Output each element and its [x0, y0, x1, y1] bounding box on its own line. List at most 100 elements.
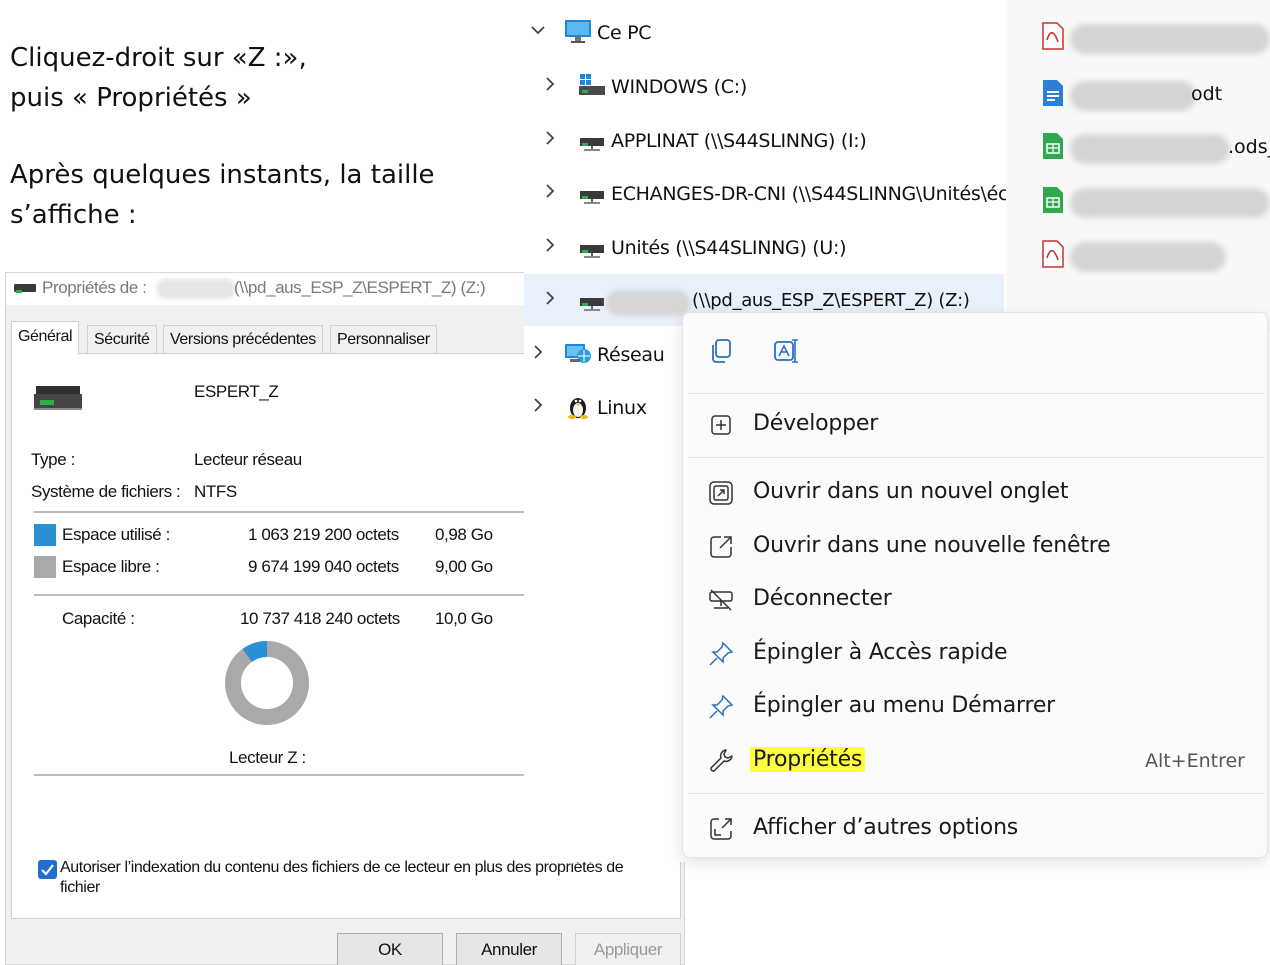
- more-options-icon: [710, 818, 732, 840]
- type-value: Lecteur réseau: [194, 450, 302, 469]
- instructions-block: Cliquez-droit sur «Z :», puis « Propriét…: [10, 38, 307, 118]
- pdf-file-icon: [1042, 240, 1064, 268]
- list-item[interactable]: odt: [1006, 77, 1270, 117]
- cancel-button[interactable]: Annuler: [456, 933, 562, 965]
- network-drive-icon: [34, 386, 82, 410]
- menu-item-expand[interactable]: Développer: [689, 401, 1263, 447]
- list-item[interactable]: [1006, 20, 1270, 60]
- capacity-size: 10,0 Go: [435, 609, 493, 628]
- nav-item-drive-u[interactable]: Unités (\\S44SLINNG) (U:): [524, 221, 1004, 273]
- network-drive-icon: [580, 191, 604, 204]
- tab-previous-versions[interactable]: Versions précédentes: [163, 325, 323, 353]
- free-space-bytes: 9 674 199 040 octets: [248, 557, 399, 576]
- menu-item-label: Ouvrir dans un nouvel onglet: [753, 479, 1069, 504]
- drive-name-field[interactable]: ESPERT_Z: [194, 382, 279, 402]
- chevron-down-icon[interactable]: [528, 20, 548, 40]
- menu-item-label: Épingler au menu Démarrer: [753, 693, 1056, 718]
- free-space-size: 9,00 Go: [435, 557, 493, 576]
- apply-button[interactable]: Appliquer: [575, 933, 681, 965]
- network-drive-icon: [580, 245, 604, 258]
- menu-item-pin-quick-access[interactable]: Épingler à Accès rapide: [689, 630, 1263, 676]
- chevron-right-icon[interactable]: [540, 235, 560, 255]
- dialog-title-prefix: Propriétés de :: [42, 278, 147, 297]
- separator: [34, 774, 529, 776]
- file-extension: odt: [1191, 83, 1223, 105]
- wrench-icon: [710, 749, 733, 772]
- menu-item-label: Déconnecter: [753, 586, 892, 611]
- nav-item-label: Ce PC: [597, 22, 652, 44]
- capacity-label: Capacité :: [62, 609, 135, 628]
- chevron-right-icon[interactable]: [528, 395, 548, 415]
- menu-separator: [689, 393, 1263, 394]
- ok-button[interactable]: OK: [337, 933, 443, 965]
- nav-item-drive-c[interactable]: WINDOWS (C:): [524, 60, 1004, 112]
- redacted-filename: [1070, 81, 1196, 111]
- network-icon: [565, 344, 591, 363]
- open-window-icon: [710, 536, 732, 558]
- menu-item-label: Afficher d’autres options: [753, 815, 1019, 840]
- chevron-right-icon[interactable]: [540, 128, 560, 148]
- disconnect-drive-icon: [709, 589, 733, 611]
- nav-item-label: WINDOWS (C:): [611, 76, 747, 98]
- menu-item-pin-start[interactable]: Épingler au menu Démarrer: [689, 683, 1263, 729]
- expand-plus-icon: [711, 415, 731, 435]
- nav-item-drive-i[interactable]: APPLINAT (\\S44SLINNG) (I:): [524, 114, 1004, 166]
- file-extension: .ods_: [1228, 136, 1270, 158]
- nav-item-this-pc[interactable]: Ce PC: [524, 6, 1004, 58]
- menu-item-disconnect[interactable]: Déconnecter: [689, 576, 1263, 622]
- rename-icon[interactable]: [773, 337, 801, 365]
- instructions-block-2: Après quelques instants, la taille s’aff…: [10, 155, 435, 235]
- chevron-right-icon[interactable]: [540, 74, 560, 94]
- tab-customize[interactable]: Personnaliser: [330, 325, 437, 353]
- context-menu: Développer Ouvrir dans un nouvel onglet …: [682, 312, 1268, 858]
- chevron-right-icon[interactable]: [540, 181, 560, 201]
- used-space-label: Espace utilisé :: [62, 525, 170, 544]
- redacted-filename: [1070, 242, 1226, 272]
- windows-drive-icon: [579, 74, 605, 95]
- menu-item-label: Épingler à Accès rapide: [753, 640, 1008, 665]
- pdf-file-icon: [1042, 22, 1064, 50]
- menu-item-label: Propriétés: [750, 747, 866, 772]
- network-drive-icon: [580, 298, 604, 311]
- computer-icon: [565, 20, 591, 43]
- list-item[interactable]: [1006, 184, 1270, 224]
- list-item[interactable]: [1006, 238, 1270, 278]
- chevron-right-icon[interactable]: [540, 288, 560, 308]
- network-drive-icon: [580, 138, 604, 151]
- menu-item-more-options[interactable]: Afficher d’autres options: [689, 805, 1263, 851]
- pin-icon: [709, 641, 734, 666]
- tab-security[interactable]: Sécurité: [87, 325, 157, 353]
- nav-item-echanges[interactable]: ECHANGES-DR-CNI (\\S44SLINNG\Unités\éc: [524, 167, 1008, 219]
- menu-item-open-new-tab[interactable]: Ouvrir dans un nouvel onglet: [689, 469, 1263, 515]
- menu-separator: [689, 793, 1263, 794]
- copy-icon[interactable]: [707, 337, 735, 365]
- index-checkbox[interactable]: [38, 860, 57, 879]
- network-drive-icon: [14, 284, 36, 293]
- instruction-line-4: s’affiche :: [10, 200, 137, 230]
- nav-item-label: Unités (\\S44SLINNG) (U:): [611, 237, 847, 259]
- free-color-swatch: [34, 556, 56, 578]
- redacted-name: [156, 279, 236, 299]
- keyboard-shortcut: Alt+Entrer: [1144, 750, 1245, 772]
- menu-item-label: Ouvrir dans une nouvelle fenêtre: [753, 533, 1111, 558]
- list-item[interactable]: .ods_: [1006, 130, 1270, 170]
- menu-item-properties[interactable]: Propriétés Alt+Entrer: [689, 737, 1263, 783]
- nav-item-label: Réseau: [597, 344, 665, 366]
- pin-icon: [709, 694, 734, 719]
- used-color-swatch: [34, 524, 56, 546]
- separator: [34, 594, 529, 596]
- redacted-filename: [1070, 24, 1270, 54]
- chevron-right-icon[interactable]: [528, 342, 548, 362]
- menu-item-label: Développer: [753, 411, 879, 436]
- tab-general[interactable]: Général: [11, 321, 80, 355]
- used-space-size: 0,98 Go: [435, 525, 493, 544]
- menu-separator: [689, 457, 1263, 458]
- menu-item-open-new-window[interactable]: Ouvrir dans une nouvelle fenêtre: [689, 523, 1263, 569]
- separator: [34, 511, 529, 513]
- instruction-line-2: puis « Propriétés »: [10, 83, 252, 113]
- linux-penguin-icon: [568, 398, 588, 419]
- capacity-bytes: 10 737 418 240 octets: [240, 609, 400, 628]
- redacted-filename: [1070, 188, 1270, 218]
- index-checkbox-label-2[interactable]: fichier: [60, 879, 100, 897]
- free-space-label: Espace libre :: [62, 557, 160, 576]
